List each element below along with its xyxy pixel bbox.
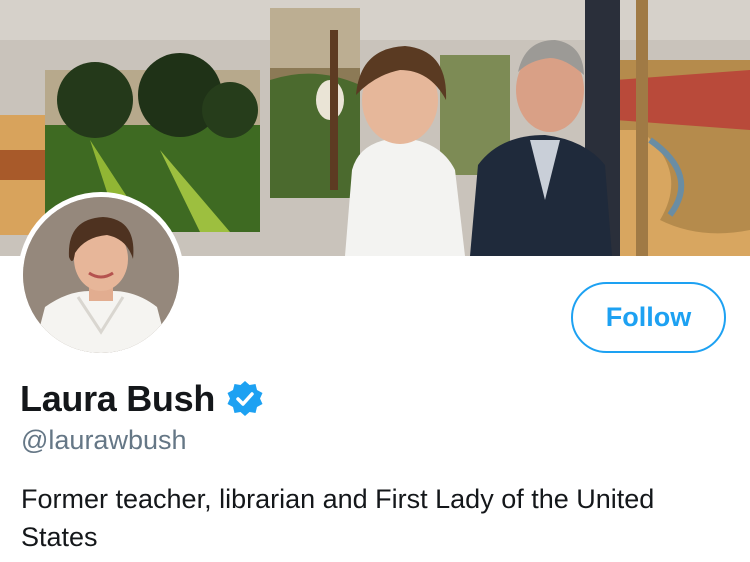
avatar-photo: [23, 197, 179, 353]
verified-badge-icon: [225, 379, 265, 419]
profile-avatar[interactable]: [18, 192, 184, 358]
profile-name-row: Laura Bush: [20, 378, 265, 420]
profile-display-name: Laura Bush: [20, 378, 216, 419]
follow-button[interactable]: Follow: [571, 282, 726, 353]
profile-bio: Former teacher, librarian and First Lady…: [21, 484, 655, 552]
profile-handle: @laurawbush: [21, 425, 187, 455]
